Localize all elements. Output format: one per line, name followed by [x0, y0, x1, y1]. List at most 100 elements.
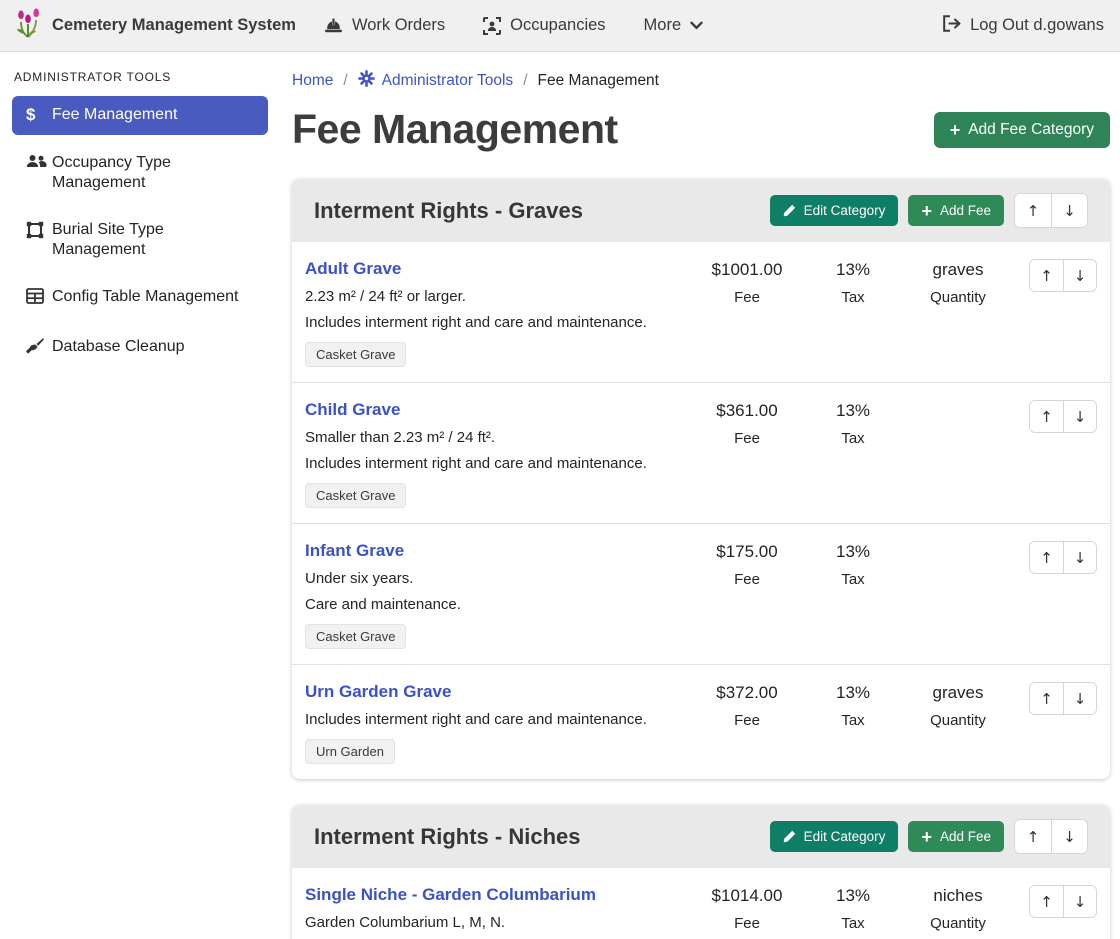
move-fee-down-button[interactable]: ↓	[1063, 401, 1096, 432]
fee-amount-label: Fee	[687, 712, 807, 729]
move-fee-down-button[interactable]: ↓	[1063, 886, 1096, 917]
category-reorder-group: ↑ ↓	[1014, 819, 1088, 854]
nav-item-work-orders[interactable]: Work Orders	[324, 16, 445, 35]
broom-icon	[26, 338, 52, 361]
fee-category-card-graves: Interment Rights - Graves Edit Category …	[292, 179, 1110, 779]
dollar-icon: $	[26, 106, 52, 126]
sidebar-item-fee-management[interactable]: $ Fee Management	[12, 96, 268, 135]
sidebar-item-occupancy-type-management[interactable]: Occupancy Type Management	[12, 144, 268, 202]
fee-name-link[interactable]: Urn Garden Grave	[305, 682, 451, 702]
fee-amount-value: $1001.00	[687, 260, 807, 280]
move-fee-up-button[interactable]: ↑	[1030, 542, 1063, 573]
fee-name-link[interactable]: Infant Grave	[305, 541, 404, 561]
nav-item-more[interactable]: More	[644, 16, 704, 35]
fee-amount-value: $372.00	[687, 683, 807, 703]
move-fee-up-button[interactable]: ↑	[1030, 260, 1063, 291]
app-title: Cemetery Management System	[52, 16, 296, 35]
move-category-down-button[interactable]: ↓	[1051, 194, 1087, 227]
nav-item-occupancies[interactable]: Occupancies	[483, 16, 605, 35]
fee-tax-label: Tax	[807, 430, 899, 447]
fee-tax-label: Tax	[807, 289, 899, 306]
sidebar-section-header: ADMINISTRATOR TOOLS	[14, 70, 266, 84]
fee-amount-label: Fee	[687, 915, 807, 932]
button-label: Add Fee Category	[968, 121, 1094, 139]
main-content: Home / Administrator Tools	[280, 52, 1120, 939]
logout-icon	[942, 15, 961, 37]
fee-reorder-group: ↑ ↓	[1029, 541, 1097, 574]
fee-row-single-niche: Single Niche - Garden Columbarium Garden…	[292, 868, 1110, 939]
add-fee-button[interactable]: + Add Fee	[908, 821, 1004, 852]
top-navbar: Cemetery Management System Work Orders	[0, 0, 1120, 52]
breadcrumb-separator: /	[343, 72, 347, 90]
fee-tag: Casket Grave	[305, 483, 406, 508]
fee-name-link[interactable]: Child Grave	[305, 400, 400, 420]
add-fee-category-button[interactable]: + Add Fee Category	[934, 112, 1110, 148]
sidebar-item-burial-site-type-management[interactable]: Burial Site Type Management	[12, 211, 268, 269]
fee-quantity: graves Quantity	[899, 682, 1017, 729]
fee-description: Smaller than 2.23 m² / 24 ft².	[305, 429, 687, 446]
sidebar: ADMINISTRATOR TOOLS $ Fee Management Occ…	[0, 52, 280, 379]
fee-tax: 13% Tax	[807, 682, 899, 729]
move-fee-down-button[interactable]: ↓	[1063, 542, 1096, 573]
category-reorder-group: ↑ ↓	[1014, 193, 1088, 228]
tulip-logo-icon	[16, 8, 42, 43]
fee-description: 2.23 m² / 24 ft² or larger.	[305, 288, 687, 305]
fee-row-adult-grave: Adult Grave 2.23 m² / 24 ft² or larger. …	[292, 242, 1110, 382]
fee-name-link[interactable]: Adult Grave	[305, 259, 401, 279]
logout-button[interactable]: Log Out d.gowans	[942, 15, 1104, 37]
fee-amount: $372.00 Fee	[687, 682, 807, 729]
move-category-down-button[interactable]: ↓	[1051, 820, 1087, 853]
fee-amount-label: Fee	[687, 430, 807, 447]
pencil-icon	[783, 830, 796, 843]
fee-category-card-niches: Interment Rights - Niches Edit Category …	[292, 805, 1110, 939]
move-category-up-button[interactable]: ↑	[1015, 194, 1051, 227]
breadcrumb-admin-tools-link[interactable]: Administrator Tools	[358, 70, 514, 92]
hard-hat-icon	[324, 17, 343, 34]
fee-name-link[interactable]: Single Niche - Garden Columbarium	[305, 885, 596, 905]
fee-tax: 13% Tax	[807, 259, 899, 306]
sidebar-item-label: Burial Site Type Management	[52, 220, 256, 260]
plus-icon: +	[921, 830, 932, 844]
move-fee-up-button[interactable]: ↑	[1030, 683, 1063, 714]
fee-amount: $1014.00 Fee	[687, 885, 807, 932]
fee-tag: Casket Grave	[305, 624, 406, 649]
fee-row-infant-grave: Infant Grave Under six years. Care and m…	[292, 523, 1110, 664]
app-brand[interactable]: Cemetery Management System	[16, 8, 296, 43]
fee-row-urn-garden-grave: Urn Garden Grave Includes interment righ…	[292, 664, 1110, 779]
fee-description: Under six years.	[305, 570, 687, 587]
sidebar-item-label: Fee Management	[52, 105, 177, 125]
logout-label: Log Out d.gowans	[970, 16, 1104, 35]
fee-amount-value: $175.00	[687, 542, 807, 562]
move-fee-up-button[interactable]: ↑	[1030, 886, 1063, 917]
move-fee-up-button[interactable]: ↑	[1030, 401, 1063, 432]
gear-icon	[358, 70, 375, 92]
add-fee-button[interactable]: + Add Fee	[908, 195, 1004, 226]
fee-description: Garden Columbarium L, M, N.	[305, 914, 687, 931]
fee-quantity-value: graves	[899, 683, 1017, 703]
move-fee-down-button[interactable]: ↓	[1063, 683, 1096, 714]
fee-description: Includes interment right and care and ma…	[305, 455, 687, 472]
breadcrumb-separator: /	[523, 72, 527, 90]
fee-tax-label: Tax	[807, 571, 899, 588]
fee-quantity-empty	[899, 400, 1017, 401]
nav-label: Work Orders	[352, 16, 445, 35]
fee-quantity: graves Quantity	[899, 259, 1017, 306]
sidebar-item-config-table-management[interactable]: Config Table Management	[12, 278, 268, 319]
edit-category-button[interactable]: Edit Category	[770, 821, 899, 852]
chevron-down-icon	[690, 21, 703, 30]
fee-reorder-group: ↑ ↓	[1029, 885, 1097, 918]
pencil-icon	[783, 204, 796, 217]
fee-quantity-label: Quantity	[899, 915, 1017, 932]
fee-description: Includes interment right and care and ma…	[305, 314, 687, 331]
edit-category-button[interactable]: Edit Category	[770, 195, 899, 226]
category-header: Interment Rights - Niches Edit Category …	[292, 805, 1110, 868]
fee-tax-label: Tax	[807, 712, 899, 729]
fee-amount: $175.00 Fee	[687, 541, 807, 588]
fee-amount-value: $1014.00	[687, 886, 807, 906]
sidebar-item-database-cleanup[interactable]: Database Cleanup	[12, 328, 268, 370]
move-category-up-button[interactable]: ↑	[1015, 820, 1051, 853]
fee-amount-value: $361.00	[687, 401, 807, 421]
breadcrumb-home-link[interactable]: Home	[292, 72, 333, 90]
move-fee-down-button[interactable]: ↓	[1063, 260, 1096, 291]
sidebar-item-label: Config Table Management	[52, 287, 239, 307]
